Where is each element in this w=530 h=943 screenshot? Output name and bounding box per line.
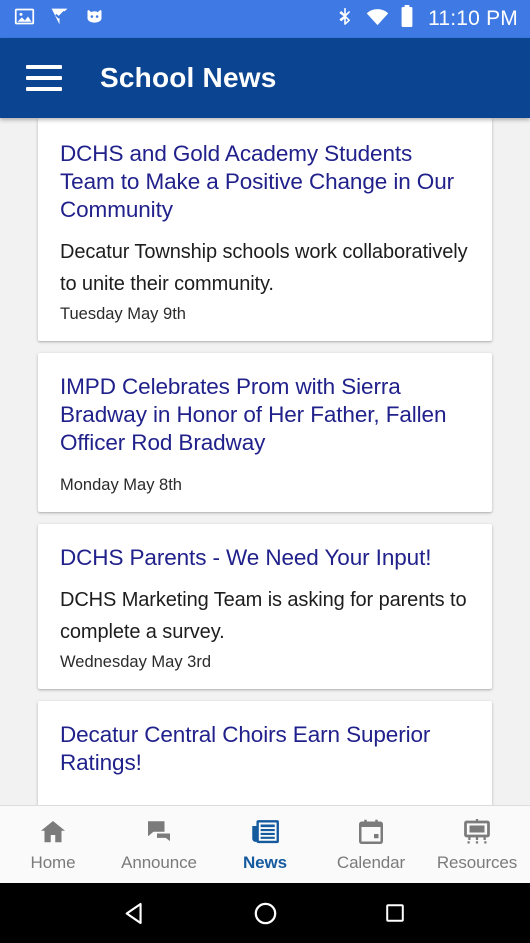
news-card-date: Wednesday May 3rd	[60, 653, 212, 671]
triangle-left-icon	[125, 902, 142, 924]
newspaper-icon	[250, 816, 280, 848]
news-card[interactable]: Decatur Central Choirs Earn Superior Rat…	[38, 701, 492, 805]
phone-screen: 11:10 PM School News DCHS and Gold Acade…	[0, 0, 530, 943]
news-card-title: DCHS Parents - We Need Your Input!	[60, 545, 432, 570]
tab-announce-label: Announce	[121, 853, 197, 872]
menu-bar-1	[26, 65, 62, 69]
news-card-summary: Decatur Township schools work collaborat…	[60, 241, 468, 295]
news-card[interactable]: DCHS Parents - We Need Your Input! DCHS …	[38, 524, 492, 689]
tab-calendar-label: Calendar	[336, 853, 406, 872]
status-bar-clock: 11:10 PM	[428, 7, 518, 30]
news-card[interactable]: DCHS and Gold Academy Students Team to M…	[38, 118, 492, 341]
tab-announce[interactable]: Announce	[106, 806, 212, 883]
circle-icon	[254, 902, 276, 924]
status-bar: 11:10 PM	[0, 0, 530, 38]
wifi-icon	[366, 7, 389, 32]
easel-board-icon	[462, 816, 492, 848]
screenshot-image-icon	[14, 6, 35, 32]
tab-home-label: Home	[30, 853, 76, 872]
status-bar-left-icons	[14, 6, 105, 32]
hamburger-menu-icon[interactable]	[26, 57, 68, 99]
speech-bubbles-icon	[144, 816, 174, 848]
tab-resources[interactable]: Resources	[424, 806, 530, 883]
battery-full-icon	[400, 5, 414, 33]
news-card[interactable]: IMPD Celebrates Prom with Sierra Bradway…	[38, 353, 492, 512]
news-card-title: DCHS and Gold Academy Students Team to M…	[60, 141, 454, 222]
app-bar: School News	[0, 38, 530, 118]
tab-news-label: News	[242, 853, 287, 872]
task-checkmark-icon	[49, 6, 70, 32]
tab-resources-label: Resources	[436, 853, 518, 872]
home-button[interactable]	[242, 890, 288, 936]
menu-bar-3	[26, 87, 62, 91]
calendar-icon	[356, 816, 386, 848]
menu-bar-2	[26, 76, 62, 80]
news-card-date: Monday May 8th	[60, 476, 182, 494]
android-navigation-bar	[0, 883, 530, 943]
back-button[interactable]	[112, 890, 158, 936]
tab-news[interactable]: News	[212, 806, 318, 883]
cyanogenmod-robot-icon	[84, 6, 105, 32]
tab-calendar[interactable]: Calendar	[318, 806, 424, 883]
home-icon	[38, 816, 68, 848]
tab-home[interactable]: Home	[0, 806, 106, 883]
news-card-title: Decatur Central Choirs Earn Superior Rat…	[60, 722, 431, 775]
bluetooth-icon	[335, 6, 355, 33]
bottom-tab-bar: Home Announce News Calendar Resources	[0, 805, 530, 883]
news-card-title: IMPD Celebrates Prom with Sierra Bradway…	[60, 374, 447, 455]
news-card-summary: DCHS Marketing Team is asking for parent…	[60, 589, 467, 643]
status-bar-right-icons: 11:10 PM	[335, 5, 518, 33]
square-icon	[386, 904, 404, 922]
news-list[interactable]: DCHS and Gold Academy Students Team to M…	[0, 118, 530, 805]
page-title: School News	[100, 62, 277, 93]
news-card-date: Tuesday May 9th	[60, 305, 186, 323]
recents-button[interactable]	[372, 890, 418, 936]
